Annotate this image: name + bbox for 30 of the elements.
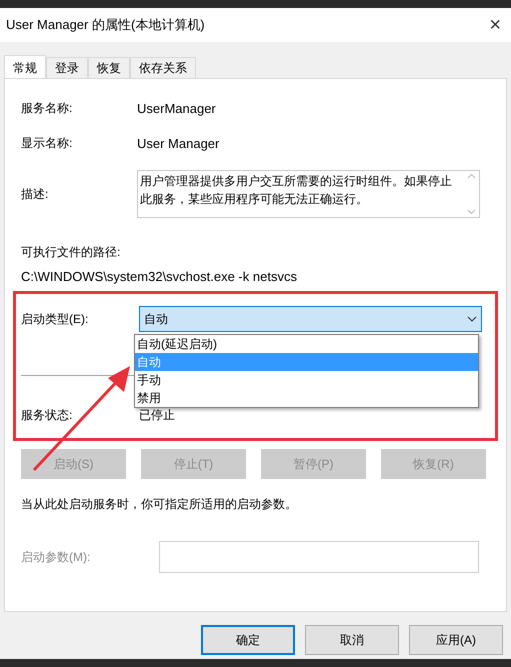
hint-text: 当从此处启动服务时，你可指定所适用的启动参数。 <box>21 496 298 512</box>
window-title: User Manager 的属性(本地计算机) <box>6 16 205 34</box>
description-text: 用户管理器提供多用户交互所需要的运行时组件。如果停止此服务，某些应用程序可能无法正确运行。 <box>139 173 453 208</box>
close-button[interactable]: × <box>489 15 501 35</box>
down-chevron-icon[interactable] <box>466 209 476 215</box>
dialog-button[interactable]: 取消 <box>305 625 399 655</box>
field-label: 显示名称: <box>21 135 74 152</box>
dialog-button[interactable]: 确定 <box>201 625 295 655</box>
dropdown-option[interactable]: 手动 <box>135 370 478 388</box>
tab[interactable]: 依存关系 <box>130 57 196 78</box>
field-value: UserManager <box>137 100 216 118</box>
tab[interactable]: 常规 <box>4 55 46 79</box>
dropdown-option[interactable]: 禁用 <box>135 388 478 406</box>
description-box[interactable]: 用户管理器提供多用户交互所需要的运行时组件。如果停止此服务，某些应用程序可能无法正确运行。 <box>137 170 480 218</box>
field-label: 启动参数(M): <box>21 548 92 566</box>
dialog-button[interactable]: 应用(A) <box>409 625 503 655</box>
startup-type-dropdown[interactable]: 自动 <box>139 306 482 332</box>
field-label: 服务名称: <box>21 100 74 117</box>
path-text: C:\WINDOWS\system32\svchost.exe -k netsvcs <box>21 268 298 286</box>
field-label: 启动类型(E): <box>21 310 90 328</box>
chevron-down-icon <box>467 316 477 322</box>
field-value: User Manager <box>137 135 220 153</box>
tab[interactable]: 恢复 <box>88 57 130 78</box>
field-label: 可执行文件的路径: <box>21 244 122 261</box>
dropdown-option[interactable]: 自动(延迟启动) <box>135 334 478 352</box>
status-value: 已停止 <box>139 406 175 424</box>
field-label: 描述: <box>21 186 50 203</box>
up-chevron-icon[interactable] <box>466 173 476 179</box>
tab[interactable]: 登录 <box>46 57 88 78</box>
field-label: 服务状态: <box>21 406 74 424</box>
